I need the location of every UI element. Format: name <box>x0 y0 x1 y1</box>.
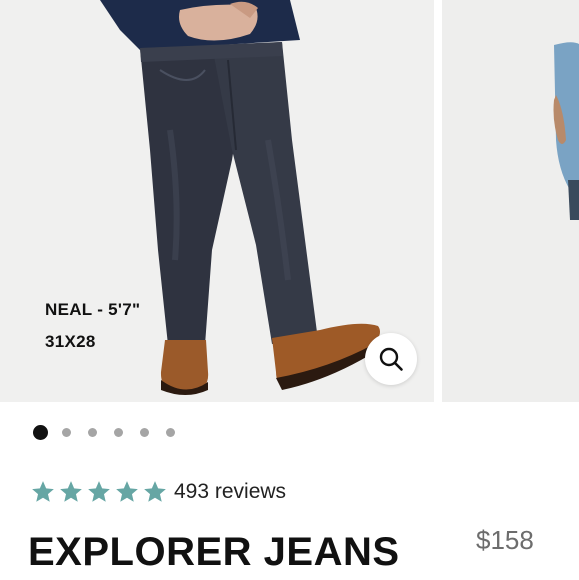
magnifier-icon <box>379 347 403 371</box>
reviews-link[interactable]: 493 reviews <box>174 480 286 504</box>
star-icon <box>144 481 166 502</box>
star-icon <box>88 481 110 502</box>
star-icon <box>116 481 138 502</box>
product-title: EXPLORER JEANS <box>28 530 400 574</box>
carousel-dot-2[interactable] <box>62 428 71 437</box>
carousel-pagination <box>33 425 192 440</box>
model-name: NEAL - 5'7" <box>45 300 141 319</box>
product-image-carousel[interactable]: NEAL - 5'7" 31X28 <box>0 0 579 402</box>
product-image-main[interactable]: NEAL - 5'7" 31X28 <box>0 0 434 402</box>
product-price: $158 <box>476 525 534 555</box>
zoom-button[interactable] <box>365 333 417 385</box>
carousel-dot-3[interactable] <box>88 428 97 437</box>
carousel-dot-6[interactable] <box>166 428 175 437</box>
model-size: 31X28 <box>45 332 96 351</box>
carousel-dot-5[interactable] <box>140 428 149 437</box>
product-rating[interactable]: 493 reviews <box>30 479 286 505</box>
carousel-dot-1[interactable] <box>33 425 48 440</box>
rating-stars <box>30 479 170 505</box>
star-icon <box>32 481 54 502</box>
product-image-next[interactable] <box>442 0 579 402</box>
product-photo-next <box>442 0 579 402</box>
carousel-dot-4[interactable] <box>114 428 123 437</box>
star-icon <box>60 481 82 502</box>
